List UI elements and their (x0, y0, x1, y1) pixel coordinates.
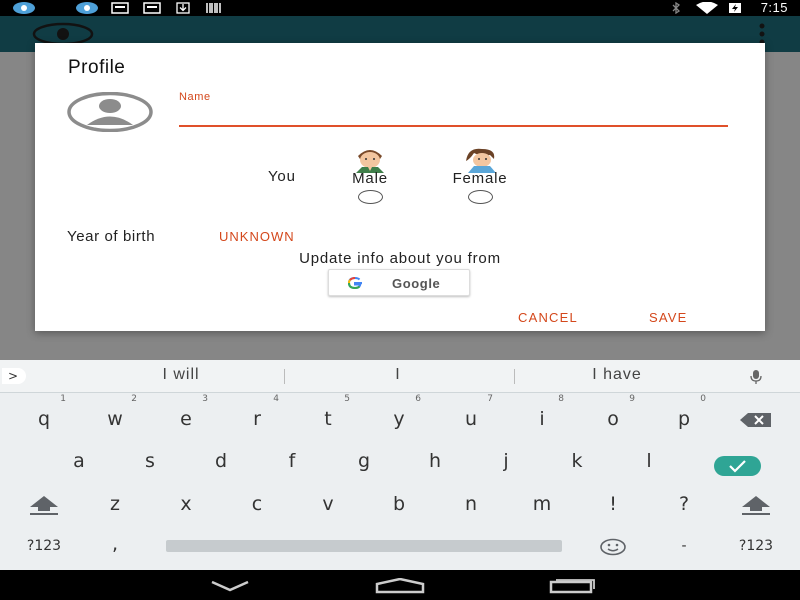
year-of-birth-picker[interactable]: UNKNOWN (219, 229, 295, 244)
key-r[interactable]: r4 (227, 394, 287, 440)
recent-apps-icon[interactable] (548, 578, 596, 594)
male-radio[interactable] (357, 190, 383, 204)
key-a[interactable]: a (49, 440, 109, 482)
backspace-key[interactable] (726, 398, 786, 440)
shift-icon (30, 495, 58, 515)
suggestion-strip: > I will I I have (0, 360, 800, 393)
save-button[interactable]: SAVE (649, 310, 688, 325)
download-icon (176, 2, 190, 14)
check-icon (729, 460, 746, 473)
key-n[interactable]: n (441, 483, 501, 525)
key-j[interactable]: j (476, 440, 536, 482)
app-notification-icon (76, 2, 98, 14)
key-v[interactable]: v (298, 483, 358, 525)
dialog-title: Profile (68, 57, 126, 78)
key-w[interactable]: w2 (85, 394, 145, 440)
year-of-birth-label: Year of birth (67, 228, 156, 245)
message-icon (143, 2, 161, 14)
key-m[interactable]: m (512, 483, 572, 525)
message-icon (111, 2, 129, 14)
key-comma[interactable]: , (85, 523, 145, 565)
gender-option-female[interactable]: Female (435, 147, 525, 204)
key-i[interactable]: i8 (512, 394, 572, 440)
cancel-button[interactable]: CANCEL (518, 310, 578, 325)
key-h[interactable]: h (405, 440, 465, 482)
space-bar[interactable] (166, 540, 562, 552)
key-s[interactable]: s (120, 440, 180, 482)
avatar-icon[interactable] (67, 92, 153, 132)
key-k[interactable]: k (547, 440, 607, 482)
google-logo-icon (347, 276, 362, 290)
key-d[interactable]: d (191, 440, 251, 482)
google-button-label: Google (392, 276, 441, 291)
key-exclamation[interactable]: ! (583, 483, 643, 525)
bluetooth-icon (672, 2, 681, 14)
symbols-key-left[interactable]: ?123 (14, 525, 74, 567)
key-question[interactable]: ? (654, 483, 714, 525)
key-b[interactable]: b (369, 483, 429, 525)
key-o[interactable]: o9 (583, 394, 643, 440)
wifi-icon (696, 2, 718, 14)
key-z[interactable]: z (85, 483, 145, 525)
keyboard: q1 w2 e3 r4 t5 y6 u7 i8 o9 p0 a s d f g … (0, 393, 800, 570)
name-label: Name (179, 91, 211, 103)
key-c[interactable]: c (227, 483, 287, 525)
shift-key-right[interactable] (726, 483, 786, 525)
expand-toolbar-button[interactable]: > (2, 368, 26, 384)
name-input[interactable] (179, 107, 728, 127)
gender-label-female: Female (452, 170, 508, 187)
key-g[interactable]: g (334, 440, 394, 482)
suggestion-1[interactable]: I will (130, 366, 232, 384)
emoji-icon (600, 538, 626, 555)
enter-key[interactable] (714, 456, 761, 476)
key-u[interactable]: u7 (441, 394, 501, 440)
key-e[interactable]: e3 (156, 394, 216, 440)
shift-key-left[interactable] (14, 483, 74, 525)
update-info-text: Update info about you from (299, 250, 501, 267)
gender-option-male[interactable]: Male (340, 147, 400, 204)
suggestion-3[interactable]: I have (562, 366, 672, 384)
key-x[interactable]: x (156, 483, 216, 525)
home-icon[interactable] (375, 578, 425, 594)
clock: 7:15 (760, 0, 788, 15)
profile-dialog: Profile Name You Male Female Year of bir… (35, 43, 765, 331)
key-t[interactable]: t5 (298, 394, 358, 440)
key-dash[interactable]: - (654, 525, 714, 567)
status-bar: 7:15 (0, 0, 800, 16)
key-f[interactable]: f (262, 440, 322, 482)
suggestion-divider (514, 369, 515, 384)
emoji-key[interactable] (583, 525, 643, 567)
mic-icon[interactable] (748, 369, 764, 385)
key-l[interactable]: l (619, 440, 679, 482)
you-label: You (268, 168, 296, 185)
suggestion-divider (284, 369, 285, 384)
navigation-bar (0, 570, 800, 600)
battery-charging-icon (729, 3, 741, 13)
key-q[interactable]: q1 (14, 394, 74, 440)
back-icon[interactable] (209, 578, 251, 592)
symbols-key-right[interactable]: ?123 (726, 525, 786, 567)
key-y[interactable]: y6 (369, 394, 429, 440)
backspace-icon (740, 412, 771, 427)
google-signin-button[interactable]: Google (328, 269, 470, 296)
female-radio[interactable] (467, 190, 493, 204)
barcode-icon (206, 3, 221, 13)
key-p[interactable]: p0 (654, 394, 714, 440)
app-notification-icon (13, 2, 35, 14)
suggestion-2[interactable]: I (370, 366, 426, 384)
gender-label-male: Male (352, 170, 388, 187)
shift-icon (742, 495, 770, 515)
